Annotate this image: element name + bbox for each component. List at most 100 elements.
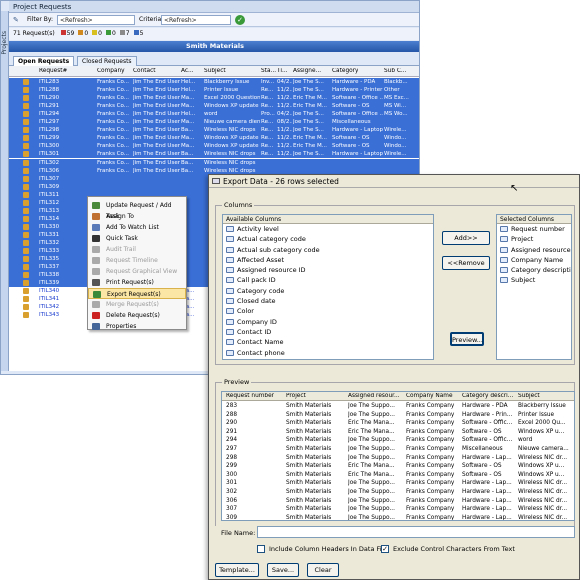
preview-row: 297 Smith Materials Joe The Suppo... Franks… (222, 445, 574, 454)
menu-item[interactable]: Delete Request(s) (88, 310, 186, 321)
table-row[interactable]: ITIL299 Franks Co... Jim The End User Ma...… (9, 134, 419, 143)
available-columns-list[interactable]: Available Columns Activity level Actual c… (222, 214, 434, 360)
preview-cell: Joe The Suppo... (348, 454, 395, 461)
table-row[interactable]: ITIL301 Franks Co... Jim The End User Ba...… (9, 150, 419, 159)
request-status-icon (23, 312, 29, 319)
filter-select[interactable]: <Refresh> (57, 15, 135, 25)
menu-item-icon (92, 323, 100, 330)
columns-group-label: Columns (222, 201, 255, 209)
selected-column-item[interactable]: Company Name (497, 255, 571, 265)
preview-cell: Smith Materials (286, 463, 332, 470)
include-headers-checkbox[interactable] (257, 545, 265, 553)
tab-open-requests[interactable]: Open Requests (13, 56, 75, 66)
available-column-item[interactable]: Closed date (223, 296, 433, 306)
preview-cell: Printer Issue (518, 411, 555, 418)
available-column-item[interactable]: Activity level (223, 224, 433, 234)
request-status-icon (23, 103, 29, 110)
available-column-item[interactable]: Company ID (223, 317, 433, 327)
preview-cell: Hardware - Lap... (462, 480, 512, 487)
columns-group: Columns Available Columns Activity level… (215, 201, 575, 365)
cell-company: Franks Co... (97, 135, 130, 142)
table-row[interactable]: ITIL288 Franks Co... Jim The End User Hel..… (9, 86, 419, 95)
cell-sta: Re... (261, 127, 274, 134)
preview-cell: Windows XP u... (518, 471, 565, 478)
criteria-select[interactable]: <Refresh> (161, 15, 231, 25)
preview-button[interactable]: Preview... (450, 332, 484, 346)
file-name-input[interactable] (257, 526, 575, 538)
menu-item[interactable]: Add To Watch List (88, 222, 186, 233)
add-button[interactable]: Add>> (442, 231, 490, 245)
selected-column-item[interactable]: Project (497, 234, 571, 244)
cell-ac: Hel... (181, 111, 196, 118)
selected-columns-list[interactable]: Selected Columns Request number Project As… (496, 214, 572, 360)
request-status-icon (23, 272, 29, 279)
selected-column-item[interactable]: Assigned resource (497, 245, 571, 255)
clear-button[interactable]: Clear (307, 563, 339, 577)
menu-item[interactable]: Properties (88, 321, 186, 332)
preview-cell: Joe The Suppo... (348, 497, 395, 504)
grid-column-header: Company (97, 68, 125, 74)
table-row[interactable]: ITIL298 Franks Co... Jim The End User Ba...… (9, 126, 419, 135)
table-row[interactable]: ITIL297 Franks Co... Jim The End User Ma...… (9, 118, 419, 127)
request-status-icon (23, 159, 29, 166)
preview-cell: Franks Company (406, 420, 455, 427)
available-column-item[interactable]: Contact Name (223, 337, 433, 347)
cell-ac: Ba... (181, 167, 194, 174)
available-column-item[interactable]: Contact phone (223, 348, 433, 358)
table-row[interactable]: ITIL302 Franks Co... Jim The End User Ba...… (9, 158, 419, 167)
available-column-item[interactable]: Actual category code (223, 234, 433, 244)
preview-cell: Hardware - Lap... (462, 506, 512, 513)
menu-item[interactable]: Assign To (88, 211, 186, 222)
menu-item-icon (92, 235, 100, 242)
table-row[interactable]: ITIL291 Franks Co... Jim The End User Ma...… (9, 102, 419, 111)
preview-cell: Wireless NIC dr... (518, 480, 568, 487)
available-column-item[interactable]: Assigned resource ID (223, 265, 433, 275)
table-row[interactable]: ITIL290 Franks Co... Jim The End User Ma...… (9, 94, 419, 103)
menu-item[interactable]: Quick Task (88, 233, 186, 244)
available-column-item[interactable]: Call pack ID (223, 275, 433, 285)
column-icon (500, 256, 508, 263)
save-button[interactable]: Save... (267, 563, 299, 577)
table-row[interactable]: ITIL300 Franks Co... Jim The End User Ma...… (9, 142, 419, 151)
menu-item[interactable]: Update Request / Add Task (88, 200, 186, 220)
preview-cell: Miscellaneous (462, 446, 503, 452)
cell-subject: Windows XP update requ... (204, 143, 260, 150)
table-row[interactable]: ITIL283 Franks Co... Jim The End User Hel..… (9, 78, 419, 86)
table-row[interactable]: ITIL294 Franks Co... Jim The End User Hel..… (9, 110, 419, 119)
available-column-item[interactable]: Contact ID (223, 327, 433, 337)
available-column-item[interactable]: Actual sub category code (223, 245, 433, 255)
request-status-icon (23, 215, 29, 222)
cell-sub: MS Wo... (384, 111, 408, 118)
grid-column-header: Sta... (261, 68, 277, 74)
selected-column-label: Category description (511, 266, 571, 275)
go-icon[interactable]: ✓ (235, 15, 245, 25)
projects-side-tab[interactable]: Projects (1, 11, 9, 371)
preview-cell: Smith Materials (286, 411, 332, 418)
preview-cell: Smith Materials (286, 471, 332, 478)
status-flag-icon (78, 30, 84, 35)
preview-cell: 301 (226, 480, 238, 487)
preview-cell: Smith Materials (286, 446, 332, 452)
available-column-item[interactable]: Affected Asset (223, 255, 433, 265)
preview-table[interactable]: Request number Project Assigned resour... C… (221, 391, 575, 521)
menu-item[interactable]: Print Request(s) (88, 277, 186, 288)
available-column-item[interactable]: Color (223, 306, 433, 316)
request-status-icon (23, 79, 29, 85)
cell-sta: Re... (261, 103, 274, 110)
preview-cell: Joe The Suppo... (348, 506, 395, 513)
column-icon (226, 256, 234, 263)
tab-closed-requests[interactable]: Closed Requests (77, 56, 137, 66)
preview-row: 294 Smith Materials Joe The Suppo... Franks… (222, 436, 574, 445)
remove-button[interactable]: <<Remove (442, 256, 490, 270)
exclude-control-chars-checkbox[interactable]: ✓ (381, 545, 389, 553)
selected-column-item[interactable]: Request number (497, 224, 571, 234)
selected-column-item[interactable]: Subject (497, 275, 571, 285)
cell-subject: Wireless NIC drops (204, 127, 256, 134)
selected-column-item[interactable]: Category description (497, 265, 571, 275)
available-column-item[interactable]: Category code (223, 286, 433, 296)
cell-subject: Excel 2000 Question (204, 95, 260, 102)
menu-item[interactable]: Export Request(s) (88, 288, 186, 299)
template-button[interactable]: Template... (215, 563, 259, 577)
status-item-count: 5 (139, 30, 144, 37)
tools-icon[interactable]: ✎ (13, 16, 19, 24)
